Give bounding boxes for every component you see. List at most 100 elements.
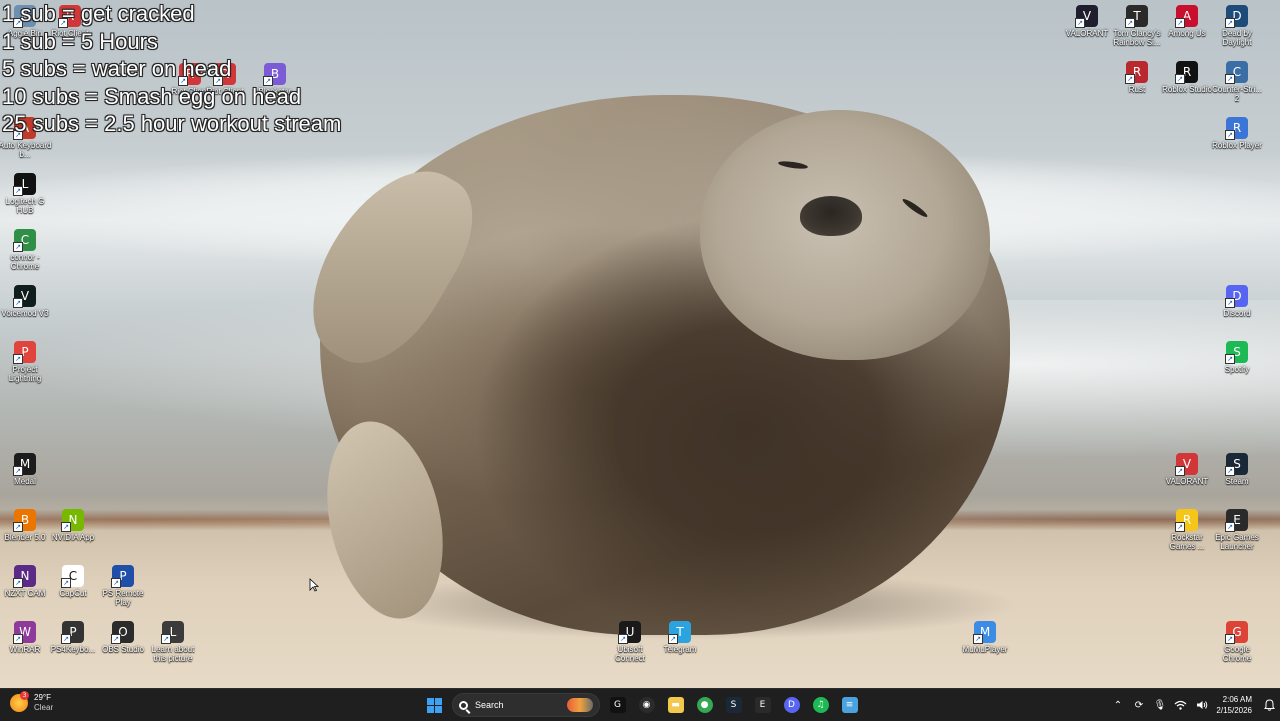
overlay-line: 5 subs = water on head bbox=[2, 56, 232, 81]
taskbar-app-obs[interactable]: ◉ bbox=[632, 692, 661, 718]
shortcut-arrow-icon: ↗ bbox=[1175, 466, 1185, 476]
shortcut-arrow-icon: ↗ bbox=[1175, 18, 1185, 28]
desktop-icon-medal[interactable]: M ↗ Medal bbox=[0, 453, 53, 486]
desktop-icon-label: Google Chrome bbox=[1222, 645, 1252, 663]
shortcut-arrow-icon: ↗ bbox=[1225, 298, 1235, 308]
desktop-icon-ubisoft[interactable]: U ↗ Ubisoft Connect bbox=[602, 621, 658, 663]
desktop-icon-roblox-studio[interactable]: R ↗ Roblox Studio bbox=[1159, 61, 1215, 94]
search-highlight-icon bbox=[567, 698, 593, 712]
taskbar-app-spotify[interactable]: ♫ bbox=[806, 692, 835, 718]
desktop-icon-rockstar[interactable]: R ↗ Rockstar Games ... bbox=[1159, 509, 1215, 551]
shortcut-arrow-icon: ↗ bbox=[13, 466, 23, 476]
logitech-icon: L ↗ bbox=[13, 173, 36, 196]
desktop-icon-chrome[interactable]: C ↗ connor - Chrome bbox=[0, 229, 53, 271]
desktop-icon-spotify[interactable]: S ↗ Spotify bbox=[1209, 341, 1265, 374]
notification-bell-icon[interactable] bbox=[1258, 692, 1280, 718]
lightning-icon: P ↗ bbox=[13, 341, 36, 364]
spotify-icon: ♫ bbox=[812, 697, 829, 713]
shortcut-arrow-icon: ↗ bbox=[61, 522, 71, 532]
taskbar-app-epic[interactable]: E bbox=[748, 692, 777, 718]
desktop-icon-gamepad[interactable]: P ↗ PS4Keybo... bbox=[45, 621, 101, 654]
desktop-icon-rainbow-six[interactable]: T ↗ Tom Clancy's Rainbow Si... bbox=[1109, 5, 1165, 47]
shortcut-arrow-icon: ↗ bbox=[161, 634, 171, 644]
windows-logo-icon bbox=[427, 697, 442, 713]
shortcut-arrow-icon: ↗ bbox=[1075, 18, 1085, 28]
winrar-icon: W ↗ bbox=[13, 621, 36, 644]
desktop-icon-valorant[interactable]: V ↗ VALORANT bbox=[1059, 5, 1115, 38]
desktop-icon-nvidia[interactable]: N ↗ NVIDIA App bbox=[45, 509, 101, 542]
desktop-icon-label: PS4Keybo... bbox=[50, 645, 96, 654]
shortcut-arrow-icon: ↗ bbox=[1175, 522, 1185, 532]
desktop-icon-label: Discord bbox=[1223, 309, 1251, 318]
shortcut-arrow-icon: ↗ bbox=[13, 522, 23, 532]
desktop-icon-obs[interactable]: O ↗ OBS Studio bbox=[95, 621, 151, 654]
desktop-icon-rust[interactable]: R ↗ Rust bbox=[1109, 61, 1165, 94]
desktop-icon-discord[interactable]: D ↗ Discord bbox=[1209, 285, 1265, 318]
taskbar-app-steam[interactable]: S bbox=[719, 692, 748, 718]
desktop-icon-label: Ubisoft Connect bbox=[615, 645, 645, 663]
chrome-icon: G ↗ bbox=[1225, 621, 1248, 644]
taskbar-search[interactable]: Search bbox=[452, 693, 600, 717]
microphone-icon[interactable]: 🎙 bbox=[1149, 692, 1170, 718]
valorant-icon: V ↗ bbox=[1175, 453, 1198, 476]
desktop-icon-mumu[interactable]: M ↗ MuMuPlayer bbox=[957, 621, 1013, 654]
ubisoft-icon: U ↗ bbox=[618, 621, 641, 644]
taskbar-app-file-explorer[interactable]: ▬ bbox=[661, 692, 690, 718]
gamepad-icon: P ↗ bbox=[61, 621, 84, 644]
taskbar-app-logitech[interactable]: G bbox=[603, 692, 632, 718]
desktop-icon-label: VALORANT bbox=[1165, 477, 1209, 486]
desktop-icon-logitech[interactable]: L ↗ Logitech G HUB bbox=[0, 173, 53, 215]
desktop-icon-roblox-player[interactable]: R ↗ Roblox Player bbox=[1209, 117, 1265, 150]
taskbar-app-discord[interactable]: D bbox=[777, 692, 806, 718]
start-button[interactable] bbox=[420, 692, 449, 718]
among-us-icon: A ↗ bbox=[1175, 5, 1198, 28]
telegram-icon: T ↗ bbox=[668, 621, 691, 644]
stream-goals-overlay: 1 sub = get cracked 1 sub = 5 Hours 5 su… bbox=[2, 0, 341, 138]
desktop-icon-label: Auto Keyboard b... bbox=[0, 141, 52, 159]
desktop-icon-valorant[interactable]: V ↗ VALORANT bbox=[1159, 453, 1215, 486]
show-hidden-icons-chevron-icon[interactable]: ⌃ bbox=[1107, 692, 1128, 718]
shortcut-arrow-icon: ↗ bbox=[618, 634, 628, 644]
shortcut-arrow-icon: ↗ bbox=[61, 578, 71, 588]
desktop-icon-epic[interactable]: E ↗ Epic Games Launcher bbox=[1209, 509, 1265, 551]
volume-icon[interactable] bbox=[1191, 692, 1212, 718]
chrome-icon: C ↗ bbox=[13, 229, 36, 252]
shortcut-arrow-icon: ↗ bbox=[1175, 74, 1185, 84]
taskbar-app-chrome[interactable]: ● bbox=[690, 692, 719, 718]
desktop-icon-capcut[interactable]: C ↗ CapCut bbox=[45, 565, 101, 598]
desktop-icon-lightning[interactable]: P ↗ Project Lightning bbox=[0, 341, 53, 383]
desktop-icon-voicemod[interactable]: V ↗ Voicemod V3 bbox=[0, 285, 53, 318]
desktop-icon-label: OBS Studio bbox=[102, 645, 144, 654]
desktop-icon-label: Rockstar Games ... bbox=[1169, 533, 1205, 551]
desktop-icon-label: Learn about this picture bbox=[151, 645, 195, 663]
desktop-icon-chrome[interactable]: G ↗ Google Chrome bbox=[1209, 621, 1265, 663]
taskbar-app-notepad[interactable]: ≡ bbox=[835, 692, 864, 718]
desktop-icon-ps-remote[interactable]: P ↗ PS Remote Play bbox=[95, 565, 151, 607]
desktop-icon-cs2[interactable]: C ↗ Counter-Stri... 2 bbox=[1209, 61, 1265, 103]
clock[interactable]: 2:06 AM 2/15/2026 bbox=[1212, 694, 1258, 716]
desktop-icon-label: PS Remote Play bbox=[102, 589, 144, 607]
desktop-icon-label: Project Lightning bbox=[8, 365, 42, 383]
shortcut-arrow-icon: ↗ bbox=[111, 578, 121, 588]
voicemod-icon: V ↗ bbox=[13, 285, 36, 308]
dbd-icon: D ↗ bbox=[1225, 5, 1248, 28]
desktop-icon-label: Roblox Studio bbox=[1162, 85, 1212, 94]
cs2-icon: C ↗ bbox=[1225, 61, 1248, 84]
desktop-icon-label: Epic Games Launcher bbox=[1215, 533, 1259, 551]
desktop-icon-steam[interactable]: S ↗ Steam bbox=[1209, 453, 1265, 486]
weather-widget[interactable]: 3 29°F Clear bbox=[10, 691, 53, 713]
shortcut-arrow-icon: ↗ bbox=[1125, 18, 1135, 28]
desktop-icon-among-us[interactable]: A ↗ Among Us bbox=[1159, 5, 1215, 38]
folder-icon: ▬ bbox=[667, 697, 684, 713]
shortcut-arrow-icon: ↗ bbox=[1225, 522, 1235, 532]
ps-remote-icon: P ↗ bbox=[111, 565, 134, 588]
desktop-icon-label: Steam bbox=[1225, 477, 1249, 486]
desktop-icon-dbd[interactable]: D ↗ Dead by Daylight bbox=[1209, 5, 1265, 47]
desktop-icon-learn[interactable]: L ↗ Learn about this picture bbox=[145, 621, 201, 663]
wifi-icon[interactable] bbox=[1170, 692, 1191, 718]
clock-time: 2:06 AM bbox=[1222, 695, 1252, 704]
desktop-icon-label: Dead by Daylight bbox=[1222, 29, 1252, 47]
desktop-icon-telegram[interactable]: T ↗ Telegram bbox=[652, 621, 708, 654]
steam-icon: S bbox=[725, 697, 742, 713]
sync-icon[interactable]: ⟳ bbox=[1128, 692, 1149, 718]
